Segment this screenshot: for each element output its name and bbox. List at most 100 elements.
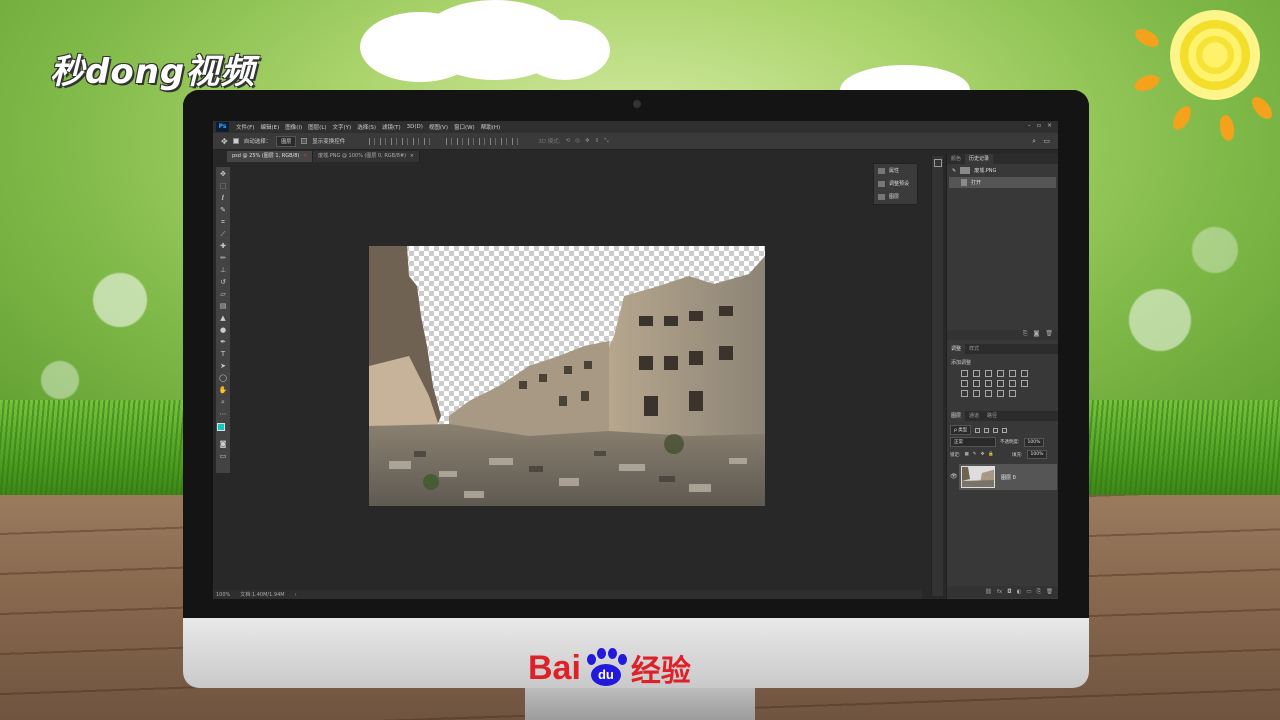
align-right-icon[interactable] <box>424 137 431 145</box>
stamp-icon[interactable]: ⊥ <box>218 265 228 275</box>
fx-icon[interactable]: fx <box>997 589 1002 595</box>
tab-channels[interactable]: 通道 <box>965 411 983 421</box>
distribute-vcenter-icon[interactable] <box>457 137 464 145</box>
menu-select[interactable]: 选择(S) <box>354 123 379 131</box>
eyedropper-icon[interactable]: ⟋ <box>218 229 228 239</box>
auto-select-dropdown[interactable]: 图层 <box>276 135 297 147</box>
add-mask-icon[interactable]: ◘ <box>1007 589 1011 595</box>
shadow-highlight-icon[interactable] <box>1009 390 1016 397</box>
move-tool-preset-icon[interactable]: ✥ <box>221 137 228 146</box>
quick-mask-icon[interactable]: ◙ <box>218 439 228 449</box>
restore-button[interactable]: ▫ <box>1037 122 1041 129</box>
bw-icon[interactable] <box>973 380 980 387</box>
lock-transparency-icon[interactable]: ▦ <box>965 452 969 457</box>
posterize-icon[interactable] <box>961 390 968 397</box>
hand-icon[interactable]: ✋ <box>218 385 228 395</box>
align-bottom-icon[interactable] <box>391 137 398 145</box>
tab-psd[interactable]: psd @ 25% (图层 1, RGB/8) × <box>227 151 314 162</box>
properties-panel-button[interactable]: 属性 <box>874 164 917 177</box>
marquee-icon[interactable]: ⬚ <box>218 181 228 191</box>
menu-window[interactable]: 窗口(W) <box>451 123 478 131</box>
dodge-icon[interactable]: ● <box>218 325 228 335</box>
distribute-top-icon[interactable] <box>446 137 453 145</box>
threshold-icon[interactable] <box>973 390 980 397</box>
menu-layer[interactable]: 图层(L) <box>305 123 329 131</box>
trash-icon[interactable]: 🗑 <box>1045 330 1053 340</box>
lasso-icon[interactable]: ℓ <box>218 193 228 203</box>
align-left-icon[interactable] <box>402 137 409 145</box>
document-canvas[interactable] <box>369 246 765 506</box>
color-swatches[interactable] <box>217 423 229 435</box>
lock-all-icon[interactable]: 🔒 <box>988 452 994 457</box>
brightness-icon[interactable] <box>961 370 968 377</box>
tab-styles[interactable]: 样式 <box>965 344 983 354</box>
crop-icon[interactable]: ⌗ <box>218 217 228 227</box>
close-button[interactable]: × <box>1047 122 1052 129</box>
hue-sat-icon[interactable] <box>1021 370 1028 377</box>
dock-toggle-icon[interactable] <box>933 159 942 167</box>
tab-history[interactable]: 历史记录 <box>965 154 994 164</box>
tab-close-icon[interactable]: × <box>410 153 414 159</box>
menu-filter[interactable]: 滤镜(T) <box>379 123 404 131</box>
tab-color[interactable]: 颜色 <box>947 154 965 164</box>
auto-align-icon[interactable] <box>512 137 519 145</box>
menu-edit[interactable]: 编辑(E) <box>257 123 282 131</box>
channel-mixer-icon[interactable] <box>997 380 1004 387</box>
menu-help[interactable]: 帮助(H) <box>478 123 503 131</box>
opacity-input[interactable]: 100% <box>1023 437 1045 447</box>
move-icon[interactable]: ✥ <box>218 169 228 179</box>
blur-icon[interactable]: ▲ <box>218 313 228 323</box>
search-icon[interactable]: ⌕ <box>1032 137 1036 146</box>
path-select-icon[interactable]: ➤ <box>218 361 228 371</box>
link-layers-icon[interactable]: ⛓ <box>985 589 992 595</box>
3d-scale-icon[interactable]: ⤡ <box>604 138 608 145</box>
photo-filter-icon[interactable] <box>985 380 992 387</box>
levels-icon[interactable] <box>973 370 980 377</box>
pen-icon[interactable]: ✒ <box>218 337 228 347</box>
tab-paths[interactable]: 路径 <box>983 411 1001 421</box>
snapshot-camera-icon[interactable]: ◙ <box>1034 330 1040 340</box>
layer-row[interactable]: 👁 图层 0 <box>950 464 1057 490</box>
history-snapshot[interactable]: ✎ 废墟.PNG <box>949 165 1056 176</box>
distribute-right-icon[interactable] <box>501 137 508 145</box>
lock-pixels-icon[interactable]: ✎ <box>973 452 977 457</box>
menu-3d[interactable]: 3D(D) <box>404 124 426 130</box>
healing-icon[interactable]: ✚ <box>218 241 228 251</box>
screen-mode-icon[interactable]: ▭ <box>218 451 228 461</box>
tab-ruins-png[interactable]: 废墟.PNG @ 100% (图层 0, RGB/8#) × <box>313 151 420 162</box>
filter-adjust-icon[interactable] <box>984 427 990 433</box>
history-step[interactable]: 打开 <box>949 177 1056 188</box>
shape-icon[interactable]: ◯ <box>218 373 228 383</box>
layer-kind-filter[interactable]: ρ 类型 <box>950 425 972 435</box>
more-tools-icon[interactable]: ⋯ <box>218 409 228 419</box>
canvas-area[interactable] <box>232 163 922 590</box>
color-balance-icon[interactable] <box>961 380 968 387</box>
quick-select-icon[interactable]: ✎ <box>218 205 228 215</box>
foreground-color[interactable] <box>217 423 225 431</box>
zoom-level[interactable]: 100% <box>216 592 230 598</box>
align-vcenter-icon[interactable] <box>380 137 387 145</box>
lock-position-icon[interactable]: ✥ <box>981 452 985 457</box>
blend-mode-select[interactable]: 正常 <box>950 437 996 447</box>
type-icon[interactable]: T <box>218 349 228 359</box>
menu-type[interactable]: 文字(Y) <box>330 123 355 131</box>
layers-panel-button[interactable]: 图层 <box>874 190 917 203</box>
3d-rotate-icon[interactable]: ⟲ <box>566 138 571 144</box>
workspace-icon[interactable]: ▭ <box>1043 137 1050 145</box>
tab-adjustments[interactable]: 调整 <box>947 344 966 354</box>
filter-pixel-icon[interactable] <box>975 427 981 433</box>
zoom-icon[interactable]: ⌕ <box>218 397 228 407</box>
tab-close-icon[interactable]: × <box>303 153 307 159</box>
auto-select-checkbox[interactable] <box>232 138 239 144</box>
curves-icon[interactable] <box>985 370 992 377</box>
adjust-presets-button[interactable]: 调整预设 <box>874 177 917 190</box>
delete-layer-icon[interactable]: 🗑 <box>1046 589 1053 595</box>
gradient-icon[interactable]: ▤ <box>218 301 228 311</box>
menu-image[interactable]: 图像(I) <box>282 123 305 131</box>
new-group-icon[interactable]: ▭ <box>1026 589 1031 595</box>
fill-input[interactable]: 100% <box>1026 450 1048 459</box>
distribute-bottom-icon[interactable] <box>468 137 475 145</box>
3d-pan-icon[interactable]: ✥ <box>585 138 590 144</box>
vibrance-icon[interactable] <box>1009 370 1016 377</box>
filter-type-icon[interactable] <box>993 427 999 433</box>
